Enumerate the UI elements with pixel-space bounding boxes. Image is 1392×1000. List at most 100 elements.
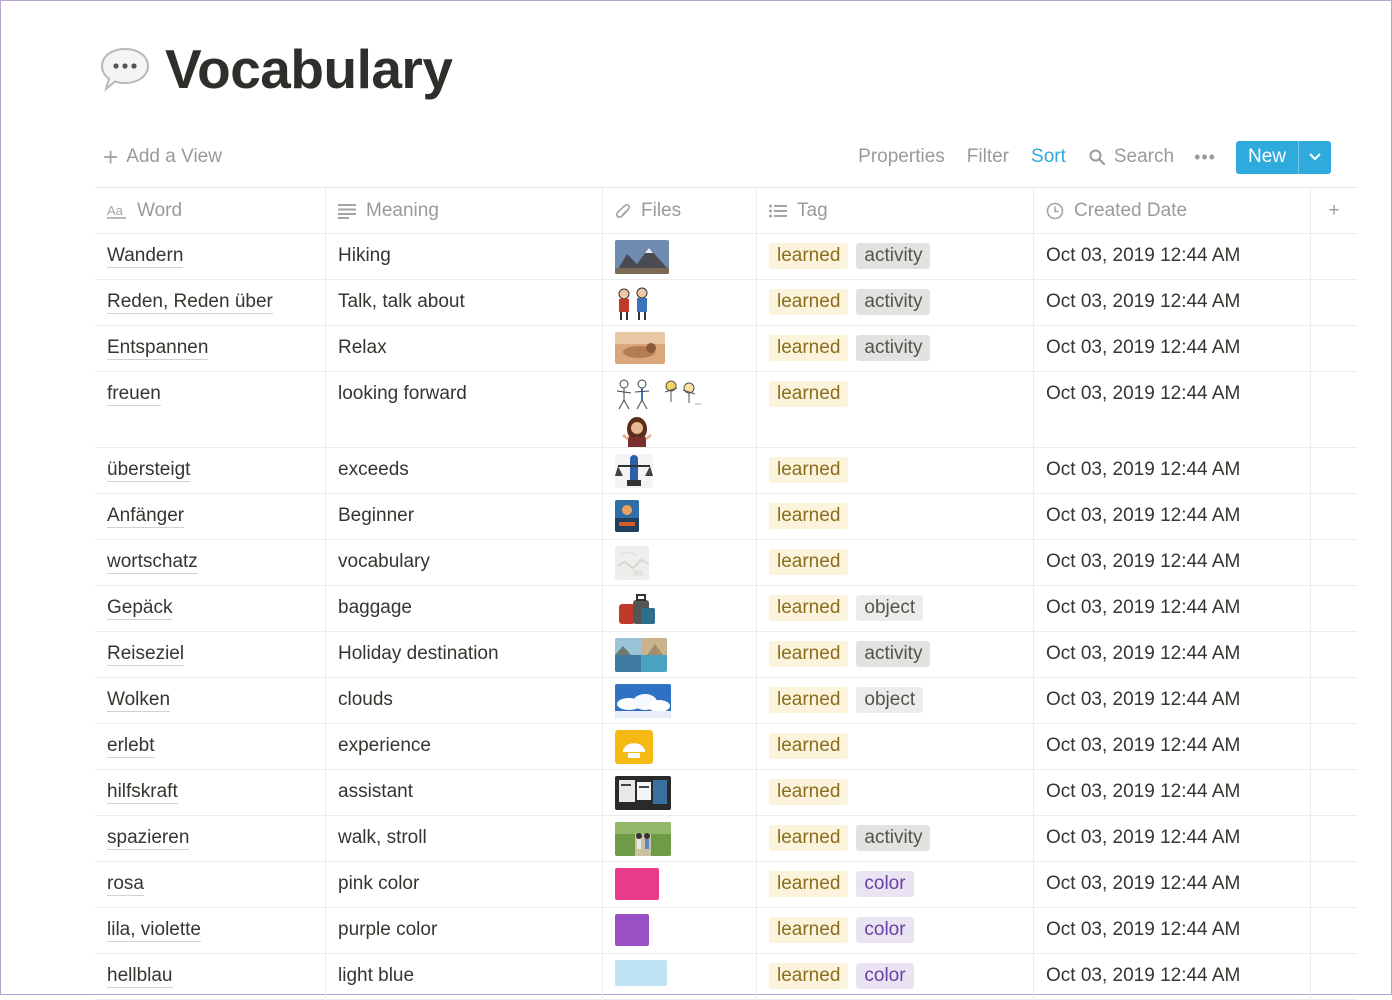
tag-cell[interactable]: learned color [757,862,1034,907]
table-row[interactable]: hellblau light blue learned color Oct 03, 20… [95,954,1357,1000]
pink-swatch-thumbnail[interactable] [615,868,659,900]
files-cell[interactable] [603,494,757,539]
destination-collage-thumbnail[interactable] [615,638,667,672]
column-header-files[interactable]: Files [603,188,757,233]
created-date-cell[interactable]: Oct 03, 2019 12:44 AM [1034,372,1311,447]
tag-cell[interactable]: learned color [757,908,1034,953]
table-row[interactable]: rosa pink color learned color Oct 03, 2019 1… [95,862,1357,908]
files-cell[interactable] [603,448,757,493]
people-talking-drawing-thumbnail[interactable] [615,286,651,322]
table-row[interactable]: erlebt experience learned Oct 03, 2019 12:4… [95,724,1357,770]
tag-cell[interactable]: learned [757,724,1034,769]
files-cell[interactable] [603,280,757,325]
word-cell[interactable]: Entspannen [95,326,326,371]
word-text[interactable]: hilfskraft [107,781,178,804]
created-date-cell[interactable]: Oct 03, 2019 12:44 AM [1034,862,1311,907]
word-text[interactable]: Entspannen [107,337,209,360]
stick-figures-drawing-thumbnail[interactable] [615,378,653,410]
clouds-photo-thumbnail[interactable] [615,684,671,718]
tag-cell[interactable]: learned activity [757,234,1034,279]
sort-button[interactable]: Sort [1031,146,1066,168]
tag-cell[interactable]: learned color [757,954,1034,999]
files-cell[interactable] [603,372,757,447]
created-date-cell[interactable]: Oct 03, 2019 12:44 AM [1034,586,1311,631]
word-cell[interactable]: Gepäck [95,586,326,631]
table-row[interactable]: spazieren walk, stroll learned activity Oct … [95,816,1357,862]
table-row[interactable]: Entspannen Relax learned activity Oct 03, 20… [95,326,1357,372]
word-cell[interactable]: Wandern [95,234,326,279]
files-cell[interactable] [603,862,757,907]
created-date-cell[interactable]: Oct 03, 2019 12:44 AM [1034,280,1311,325]
word-text[interactable]: übersteigt [107,459,191,482]
table-row[interactable]: übersteigt exceeds learned Oct 03, 2019 12:… [95,448,1357,494]
word-text[interactable]: Wolken [107,689,171,712]
word-text[interactable]: spazieren [107,827,190,850]
tag-cell[interactable]: learned [757,770,1034,815]
created-date-cell[interactable]: Oct 03, 2019 12:44 AM [1034,816,1311,861]
table-row[interactable]: hilfskraft assistant learned Oct 03, 2019 1… [95,770,1357,816]
tag-cell[interactable]: learned [757,494,1034,539]
column-header-tag[interactable]: Tag [757,188,1034,233]
woman-photo-thumbnail[interactable] [615,414,659,447]
meaning-cell[interactable]: Talk, talk about [326,280,603,325]
meaning-cell[interactable]: vocabulary [326,540,603,585]
meaning-cell[interactable]: walk, stroll [326,816,603,861]
meaning-cell[interactable]: experience [326,724,603,769]
meaning-cell[interactable]: clouds [326,678,603,723]
created-date-cell[interactable]: Oct 03, 2019 12:44 AM [1034,234,1311,279]
column-header-created-date[interactable]: Created Date [1034,188,1311,233]
tag-cell[interactable]: learned object [757,678,1034,723]
word-text[interactable]: hellblau [107,965,173,988]
beginner-photo-thumbnail[interactable] [615,500,639,532]
word-cell[interactable]: freuen [95,372,326,447]
mountain-photo-thumbnail[interactable] [615,240,669,274]
word-cell[interactable]: Wolken [95,678,326,723]
word-text[interactable]: Reiseziel [107,643,185,666]
meaning-cell[interactable]: Holiday destination [326,632,603,677]
tag-cell[interactable]: learned activity [757,632,1034,677]
word-text[interactable]: erlebt [107,735,155,758]
created-date-cell[interactable]: Oct 03, 2019 12:44 AM [1034,448,1311,493]
tag-cell[interactable]: learned [757,540,1034,585]
created-date-cell[interactable]: Oct 03, 2019 12:44 AM [1034,494,1311,539]
tag-cell[interactable]: learned [757,448,1034,493]
word-text[interactable]: freuen [107,383,161,406]
column-header-word[interactable]: Aa Word [95,188,326,233]
created-date-cell[interactable]: Oct 03, 2019 12:44 AM [1034,724,1311,769]
meaning-cell[interactable]: purple color [326,908,603,953]
table-row[interactable]: Anfänger Beginner learned Oct 03, 2019 12:4… [95,494,1357,540]
properties-button[interactable]: Properties [858,146,945,168]
files-cell[interactable] [603,540,757,585]
tag-cell[interactable]: learned activity [757,816,1034,861]
files-cell[interactable] [603,816,757,861]
speech-bubble-icon[interactable] [99,45,151,93]
walking-photo-thumbnail[interactable] [615,822,671,856]
tag-cell[interactable]: learned object [757,586,1034,631]
table-row[interactable]: Wolken clouds learned object Oct 03, 2019 12… [95,678,1357,724]
meaning-cell[interactable]: baggage [326,586,603,631]
word-cell[interactable]: wortschatz [95,540,326,585]
scale-figure-thumbnail[interactable] [615,454,653,488]
column-header-meaning[interactable]: Meaning [326,188,603,233]
tag-cell[interactable]: learned activity [757,326,1034,371]
table-row[interactable]: Gepäck baggage learned object Oct 03, 2019 1… [95,586,1357,632]
files-cell[interactable] [603,908,757,953]
word-text[interactable]: wortschatz [107,551,198,574]
table-row[interactable]: wortschatz vocabulary learned Oct 03, 2019 … [95,540,1357,586]
word-cell[interactable]: Anfänger [95,494,326,539]
new-button[interactable]: New [1236,141,1298,174]
word-text[interactable]: rosa [107,873,144,896]
files-cell[interactable] [603,770,757,815]
word-text[interactable]: Anfänger [107,505,185,528]
created-date-cell[interactable]: Oct 03, 2019 12:44 AM [1034,632,1311,677]
word-cell[interactable]: hilfskraft [95,770,326,815]
light-blue-swatch-thumbnail[interactable] [615,960,667,986]
meaning-cell[interactable]: exceeds [326,448,603,493]
word-text[interactable]: Wandern [107,245,184,268]
word-cell[interactable]: hellblau [95,954,326,999]
add-view-button[interactable]: + Add a View [103,144,222,170]
table-row[interactable]: Reiseziel Holiday destination learned activ… [95,632,1357,678]
files-cell[interactable] [603,954,757,999]
created-date-cell[interactable]: Oct 03, 2019 12:44 AM [1034,770,1311,815]
meaning-cell[interactable]: Hiking [326,234,603,279]
